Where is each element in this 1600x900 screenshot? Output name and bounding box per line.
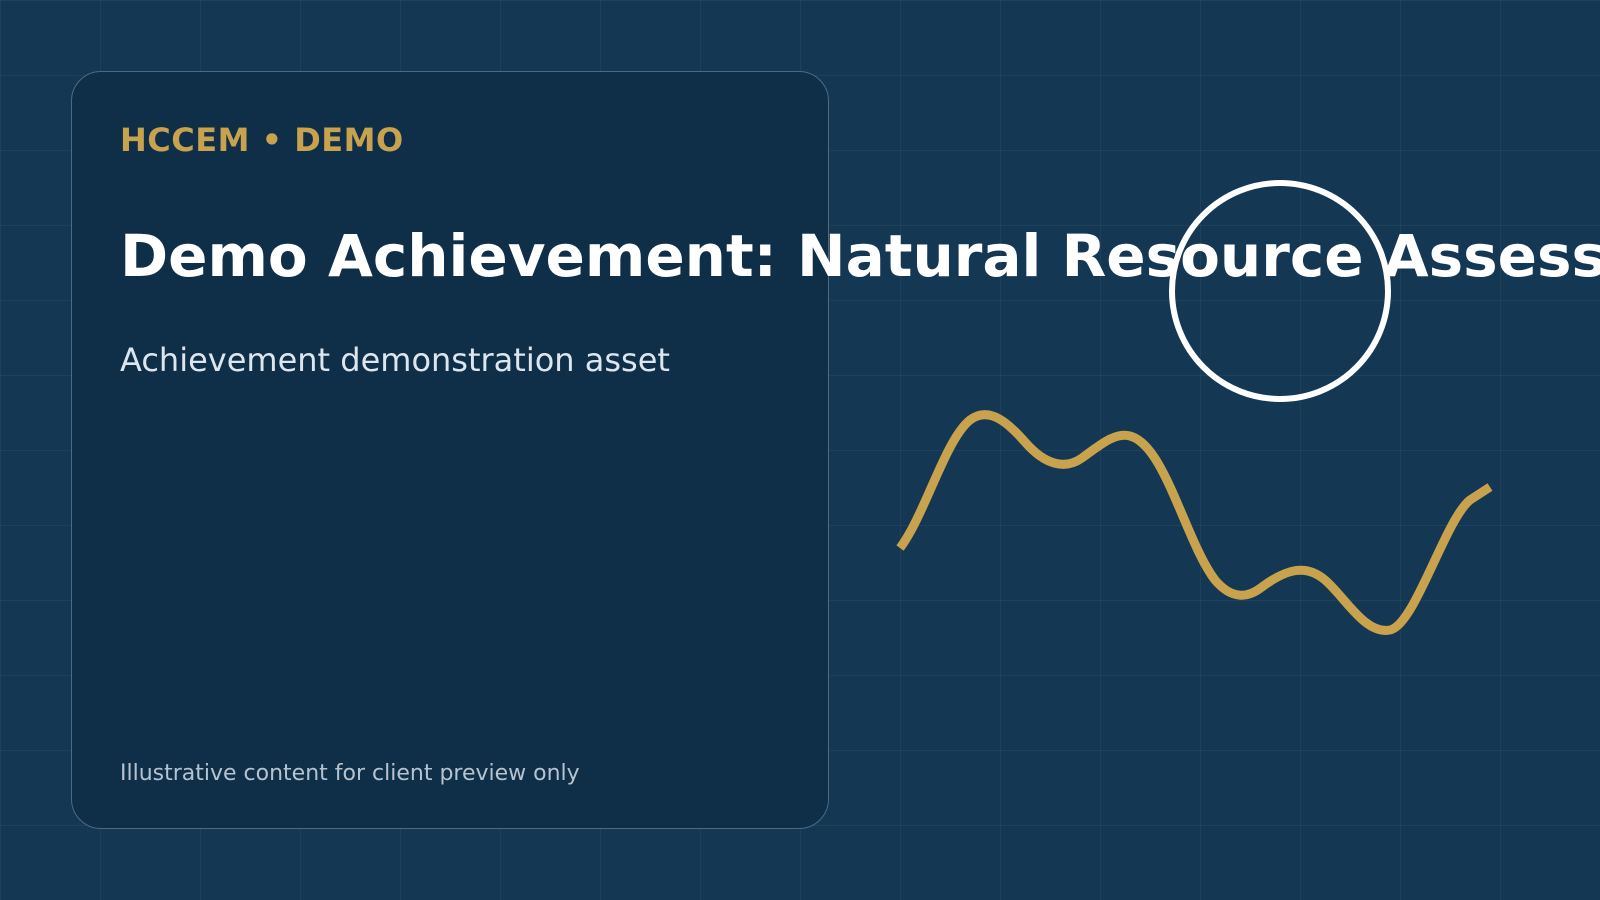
hero-banner: HCCEM • DEMO Demo Achievement: Natural R… [0,0,1600,900]
decoration-layer [896,180,1493,635]
page-title: Demo Achievement: Natural Resource Asses… [120,222,1600,290]
wave-icon [896,410,1493,635]
ring-icon [1169,180,1391,402]
